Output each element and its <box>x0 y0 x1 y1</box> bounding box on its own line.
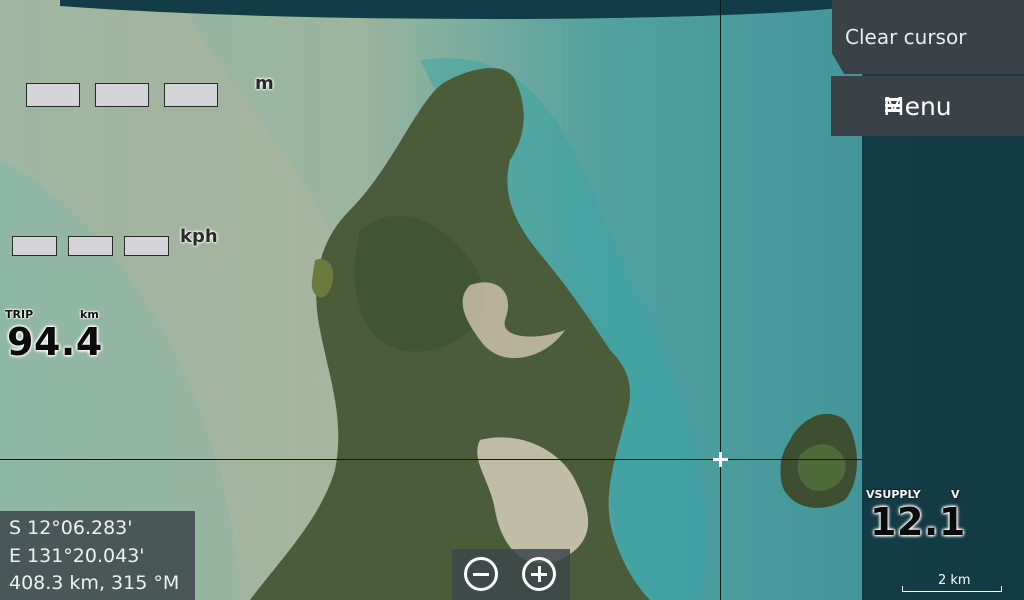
cursor-longitude: E 131°20.043' <box>9 545 145 567</box>
depth-digit-box <box>95 83 149 107</box>
cursor-line-vertical <box>720 0 721 600</box>
zoom-in-icon[interactable] <box>522 557 556 591</box>
zoom-out-icon[interactable] <box>464 557 498 591</box>
cursor-position-panel: S 12°06.283' E 131°20.043' 408.3 km, 315… <box>0 511 195 600</box>
speed-digit-box <box>12 236 57 256</box>
menu-button[interactable]: Menu <box>831 76 1024 136</box>
depth-unit-label: m <box>255 73 274 94</box>
scale-bar <box>902 586 1002 592</box>
hamburger-menu-icon <box>885 98 901 112</box>
cursor-latitude: S 12°06.283' <box>9 517 133 539</box>
cursor-range-bearing: 408.3 km, 315 °M <box>9 572 180 594</box>
zoom-controls <box>452 549 570 600</box>
depth-digit-box <box>164 83 218 107</box>
cursor-line-horizontal <box>0 459 862 460</box>
speed-digit-box <box>124 236 169 256</box>
trip-value: 94.4 <box>7 320 103 364</box>
speed-digit-box <box>68 236 113 256</box>
cursor-crosshair-icon[interactable] <box>713 452 728 467</box>
depth-digit-box <box>26 83 80 107</box>
clear-cursor-button[interactable]: Clear cursor <box>832 0 1024 74</box>
vsupply-value: 12.1 <box>870 500 966 544</box>
speed-unit-label: kph <box>180 226 218 247</box>
